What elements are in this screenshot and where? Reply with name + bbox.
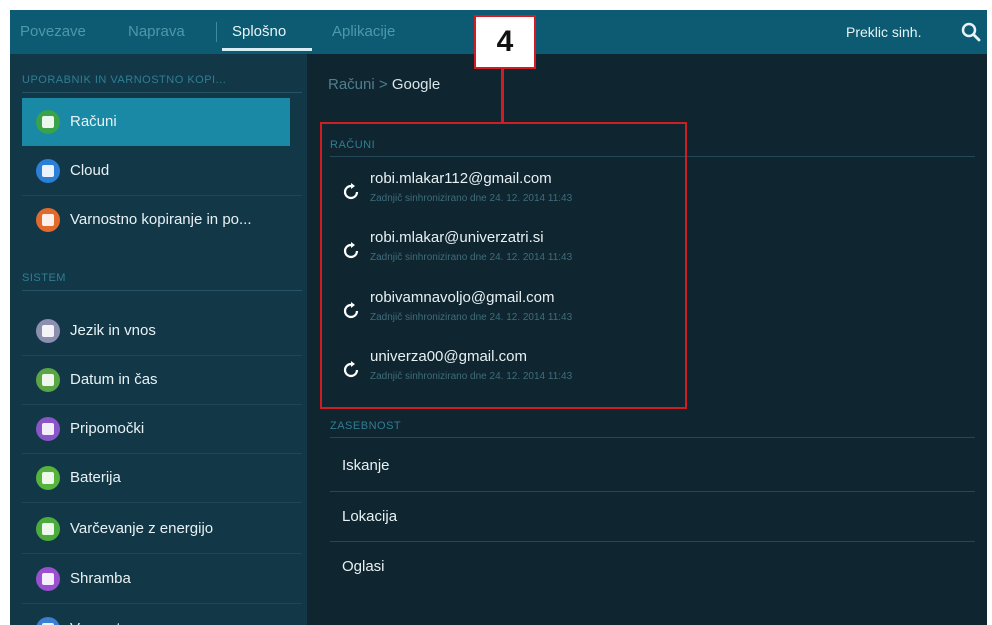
- tab-applications[interactable]: Aplikacije: [332, 10, 395, 54]
- annotation-highlight-box: [320, 122, 687, 409]
- storage-icon: [36, 567, 60, 591]
- item-divider: [22, 502, 302, 503]
- privacy-item-search[interactable]: Iskanje: [330, 441, 975, 491]
- accessibility-icon: [36, 417, 60, 441]
- sidebar-item-label: Datum in čas: [70, 371, 158, 388]
- privacy-item-label: Oglasi: [342, 558, 385, 575]
- sidebar-item-power-saving[interactable]: Varčevanje z energijo: [22, 505, 290, 553]
- privacy-item-location[interactable]: Lokacija: [330, 492, 975, 542]
- search-icon[interactable]: [960, 21, 982, 43]
- sidebar-item-date-time[interactable]: Datum in čas: [22, 356, 290, 404]
- sidebar-item-accounts[interactable]: Računi: [22, 98, 290, 146]
- breadcrumb: Računi > Google: [328, 76, 440, 93]
- section-divider: [22, 92, 302, 93]
- item-divider: [22, 553, 302, 554]
- section-header-privacy: ZASEBNOST: [330, 420, 402, 432]
- section-header-system: SISTEM: [22, 272, 66, 284]
- tab-separator: [216, 22, 217, 42]
- section-header-user-backup: UPORABNIK IN VARNOSTNO KOPI...: [22, 74, 227, 86]
- calendar-icon: [36, 368, 60, 392]
- sidebar-item-label: Baterija: [70, 469, 121, 486]
- sidebar-item-backup[interactable]: Varnostno kopiranje in po...: [22, 196, 290, 244]
- sidebar-item-label: Varčevanje z energijo: [70, 520, 214, 537]
- active-tab-indicator: [222, 48, 312, 51]
- cloud-icon: [36, 159, 60, 183]
- annotation-step-number: 4: [474, 15, 536, 69]
- breadcrumb-separator: >: [378, 76, 388, 93]
- item-divider: [22, 603, 302, 604]
- tab-device[interactable]: Naprava: [128, 10, 185, 54]
- sidebar-item-language[interactable]: Jezik in vnos: [22, 307, 290, 355]
- annotation-pointer-line: [501, 68, 504, 123]
- sidebar-item-accessibility[interactable]: Pripomočki: [22, 405, 290, 453]
- sidebar-item-label: Shramba: [70, 570, 131, 587]
- section-divider: [330, 437, 975, 438]
- tab-connections[interactable]: Povezave: [20, 10, 86, 54]
- sidebar-item-label: Pripomočki: [70, 420, 145, 437]
- sidebar-item-label: Računi: [70, 113, 117, 130]
- settings-sidebar: UPORABNIK IN VARNOSTNO KOPI... Računi Cl…: [10, 54, 307, 625]
- power-saving-icon: [36, 517, 60, 541]
- backup-icon: [36, 208, 60, 232]
- sidebar-item-label: Varnost: [70, 605, 121, 625]
- breadcrumb-current: Google: [391, 76, 441, 93]
- privacy-item-label: Lokacija: [342, 508, 398, 525]
- privacy-item-label: Iskanje: [342, 457, 390, 474]
- breadcrumb-parent[interactable]: Računi: [328, 76, 375, 93]
- sidebar-item-security[interactable]: Varnost: [22, 605, 290, 625]
- sidebar-item-label: Cloud: [70, 162, 110, 179]
- key-icon: [36, 110, 60, 134]
- cancel-sync-button[interactable]: Preklic sinh.: [846, 10, 921, 54]
- privacy-item-ads[interactable]: Oglasi: [330, 542, 975, 592]
- sidebar-item-label: Varnostno kopiranje in po...: [70, 211, 252, 228]
- sidebar-item-battery[interactable]: Baterija: [22, 454, 290, 502]
- lock-icon: [36, 617, 60, 625]
- keyboard-icon: [36, 319, 60, 343]
- battery-icon: [36, 466, 60, 490]
- section-divider: [22, 290, 302, 291]
- sidebar-item-cloud[interactable]: Cloud: [22, 147, 290, 195]
- sidebar-item-label: Jezik in vnos: [70, 322, 156, 339]
- sidebar-item-storage[interactable]: Shramba: [22, 555, 290, 603]
